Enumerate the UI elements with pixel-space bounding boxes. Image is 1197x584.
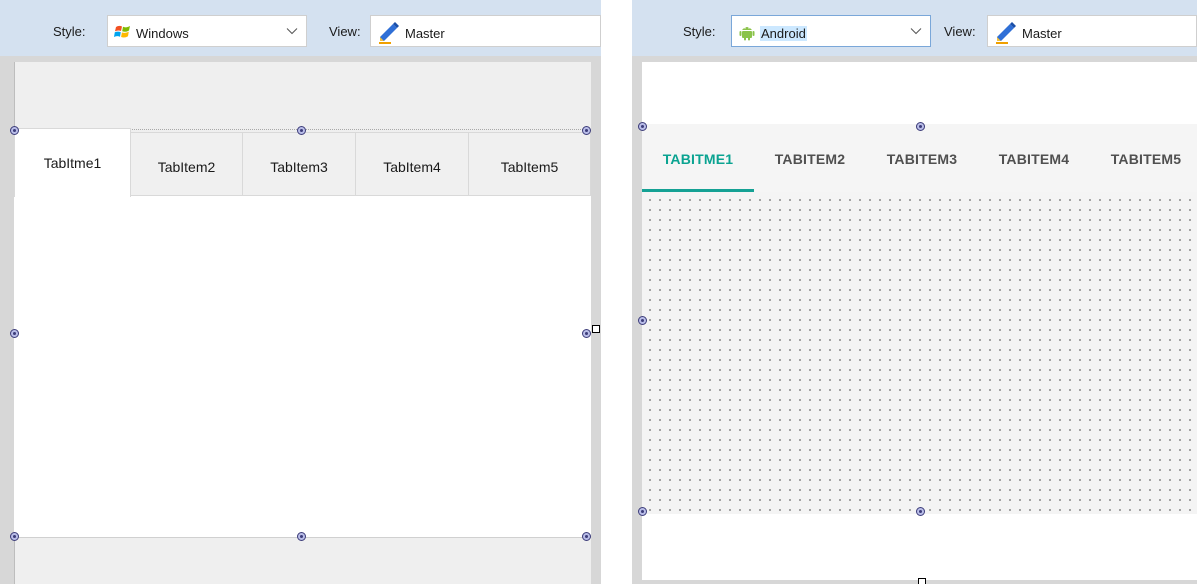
resize-handle[interactable] — [638, 122, 647, 131]
tab-label: TABITEM4 — [998, 151, 1070, 167]
tab-item-5[interactable]: TabItem5 — [469, 132, 591, 196]
resize-handle[interactable] — [10, 126, 19, 135]
windows-style-designer: Style: Windows View: Master TabItme1 Tab… — [0, 0, 601, 584]
tab-item-5[interactable]: TABITEM5 — [1090, 124, 1197, 192]
tab-item-2[interactable]: TabItem2 — [131, 132, 243, 196]
tab-label: TabItem5 — [500, 159, 559, 175]
selection-outline — [132, 129, 587, 130]
panel-separator — [601, 0, 632, 584]
pencil-icon — [379, 22, 399, 44]
tab-label: TABITEM5 — [1110, 151, 1182, 167]
tab-item-4[interactable]: TabItem4 — [356, 132, 469, 196]
resize-handle[interactable] — [916, 122, 925, 131]
resize-handle[interactable] — [582, 126, 591, 135]
tab-page-content[interactable] — [642, 192, 1197, 514]
android-style-designer: Style: Android View: Master TABITME1 TAB… — [632, 0, 1197, 584]
tab-item-1[interactable]: TabItme1 — [14, 128, 131, 197]
designer-toolbar: Style: Windows View: Master — [0, 0, 601, 56]
tab-item-1[interactable]: TABITME1 — [642, 124, 754, 192]
resize-handle[interactable] — [297, 532, 306, 541]
view-combobox-value: Master — [1022, 26, 1062, 41]
tab-item-3[interactable]: TabItem3 — [243, 132, 356, 196]
resize-handle[interactable] — [638, 316, 647, 325]
resize-handle[interactable] — [582, 532, 591, 541]
tab-page-content[interactable] — [14, 196, 591, 538]
chevron-down-icon[interactable] — [910, 25, 922, 37]
chevron-down-icon[interactable] — [286, 25, 298, 37]
tab-label: TabItme1 — [43, 155, 102, 171]
view-combobox[interactable]: Master — [370, 15, 601, 47]
style-combobox[interactable]: Windows — [107, 15, 307, 47]
resize-handle[interactable] — [10, 532, 19, 541]
style-combobox[interactable]: Android — [731, 15, 931, 47]
resize-handle[interactable] — [10, 329, 19, 338]
tab-label: TABITEM2 — [774, 151, 846, 167]
windows-logo-icon — [114, 25, 130, 38]
view-combobox-value: Master — [405, 26, 445, 41]
view-label: View: — [329, 24, 361, 39]
android-icon — [739, 27, 755, 41]
tab-label: TabItem4 — [383, 159, 441, 175]
style-label: Style: — [683, 24, 716, 39]
designer-toolbar: Style: Android View: Master — [632, 0, 1197, 56]
pencil-icon — [996, 22, 1016, 44]
form-resize-grip[interactable] — [592, 325, 600, 333]
tab-item-2[interactable]: TABITEM2 — [754, 124, 866, 192]
style-combobox-value: Windows — [136, 26, 189, 41]
resize-handle[interactable] — [638, 507, 647, 516]
tab-strip: TabItme1 TabItem2 TabItem3 TabItem4 TabI… — [14, 128, 591, 197]
tab-label: TabItem2 — [157, 159, 216, 175]
tab-item-4[interactable]: TABITEM4 — [978, 124, 1090, 192]
view-combobox[interactable]: Master — [987, 15, 1197, 47]
form-resize-grip[interactable] — [918, 578, 926, 584]
tab-label: TABITEM3 — [886, 151, 958, 167]
tab-label: TabItem3 — [270, 159, 328, 175]
tab-label: TABITME1 — [662, 151, 734, 167]
resize-handle[interactable] — [582, 329, 591, 338]
style-label: Style: — [53, 24, 86, 39]
view-label: View: — [944, 24, 976, 39]
tab-item-3[interactable]: TABITEM3 — [866, 124, 978, 192]
tab-strip: TABITME1 TABITEM2 TABITEM3 TABITEM4 TABI… — [642, 124, 1197, 192]
resize-handle[interactable] — [297, 126, 306, 135]
resize-handle[interactable] — [916, 507, 925, 516]
style-combobox-value: Android — [760, 26, 807, 41]
